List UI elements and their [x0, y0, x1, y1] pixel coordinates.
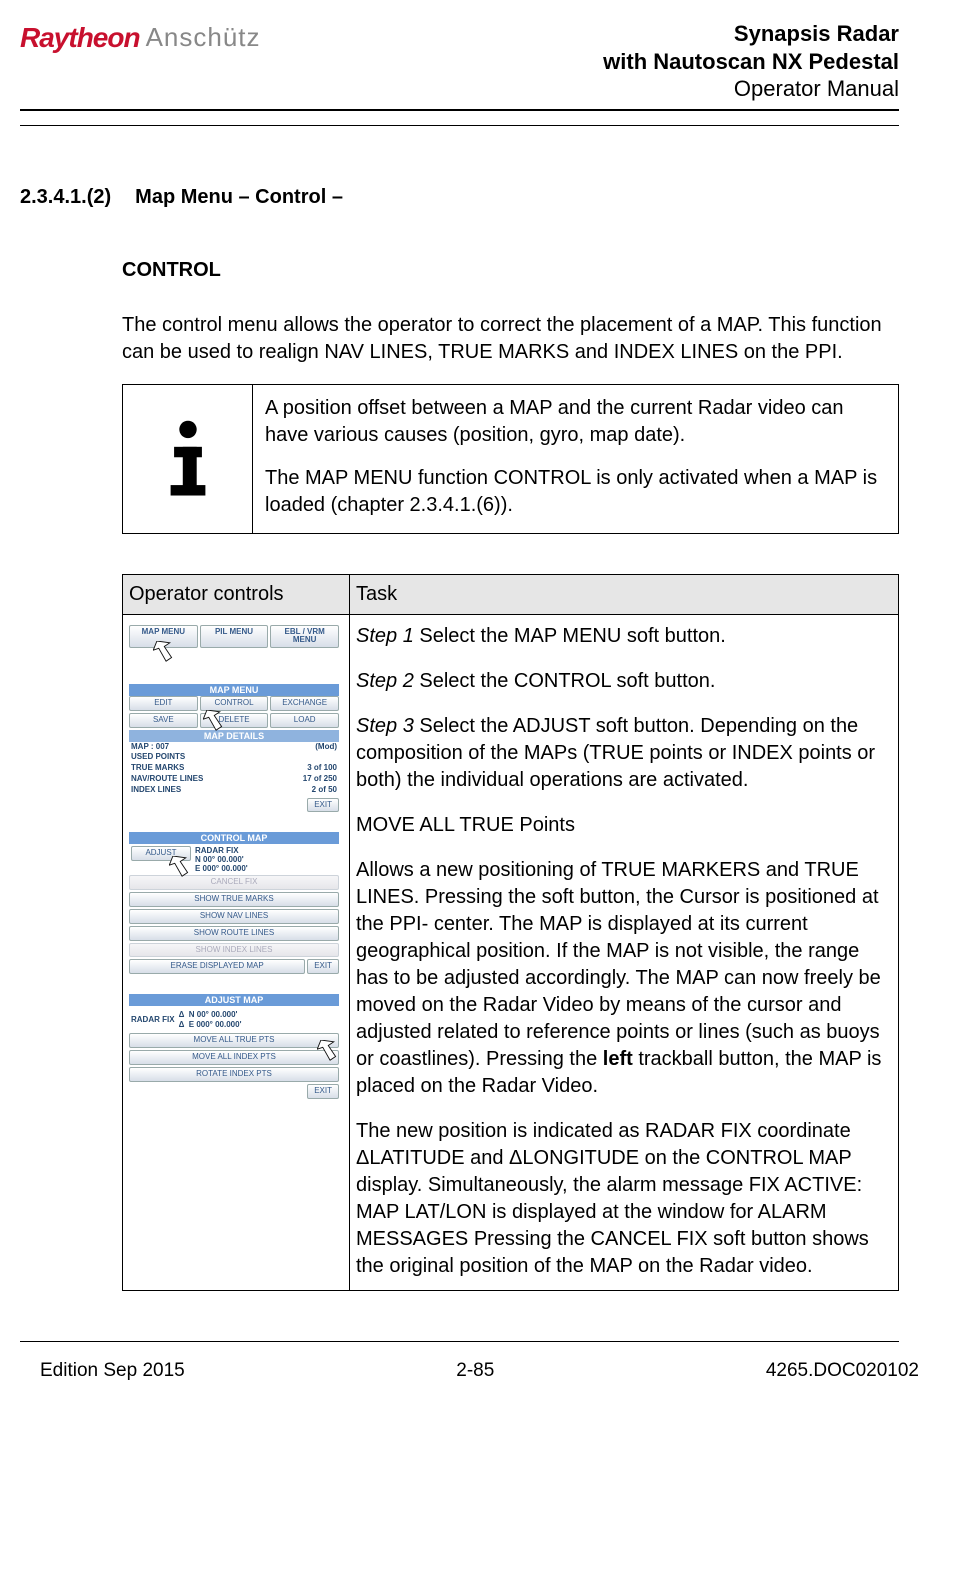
map-menu-button[interactable]: MAP MENU — [129, 625, 198, 649]
page-header: Raytheon Anschütz Synapsis Radar with Na… — [20, 20, 899, 103]
header-rule-thick — [20, 109, 899, 111]
detail-row: INDEX LINES2 of 50 — [129, 785, 339, 796]
move-true-heading: MOVE ALL TRUE Points — [356, 812, 888, 839]
info-p2: The MAP MENU function CONTROL is only ac… — [265, 465, 886, 519]
section-heading: 2.3.4.1.(2) Map Menu – Control – — [20, 186, 899, 209]
footer-right: 4265.DOC020102 — [766, 1360, 919, 1382]
control-button[interactable]: CONTROL — [200, 696, 269, 711]
control-heading: CONTROL — [122, 259, 899, 282]
pil-menu-button[interactable]: PIL MENU — [200, 625, 269, 649]
adjust-lat: N 00° 00.000' — [189, 1010, 238, 1019]
ebl-vrm-menu-button[interactable]: EBL / VRM MENU — [270, 625, 339, 649]
detail-row: MAP : 007(Mod) — [129, 742, 339, 753]
task-cell: Step 1 Select the MAP MENU soft button. … — [350, 614, 899, 1290]
move-true-p1: Allows a new positioning of TRUE MARKERS… — [356, 857, 888, 1100]
doc-title-line1: Synapsis Radar — [603, 20, 899, 48]
exit-button[interactable]: EXIT — [307, 798, 339, 813]
radar-fix-lon: E 000° 00.000' — [195, 864, 248, 873]
exit-button[interactable]: EXIT — [307, 959, 339, 974]
radar-fix-lat: N 00° 00.000' — [195, 855, 244, 864]
delete-button[interactable]: DELETE — [200, 713, 269, 728]
detail-row: TRUE MARKS3 of 100 — [129, 763, 339, 774]
detail-row: NAV/ROUTE LINES17 of 250 — [129, 774, 339, 785]
show-route-lines-button[interactable]: SHOW ROUTE LINES — [129, 926, 339, 941]
section-number: 2.3.4.1.(2) — [20, 186, 111, 209]
mini-top-menu: MAP MENU PIL MENU EBL / VRM MENU — [129, 625, 339, 649]
show-nav-lines-button[interactable]: SHOW NAV LINES — [129, 909, 339, 924]
step1-text: Select the MAP MENU soft button. — [414, 625, 726, 647]
move-all-index-pts-button[interactable]: MOVE ALL INDEX PTS — [129, 1050, 339, 1065]
radar-fix-label: RADAR FIX — [131, 1015, 175, 1024]
show-true-marks-button[interactable]: SHOW TRUE MARKS — [129, 892, 339, 907]
step1-label: Step 1 — [356, 625, 414, 647]
doc-title: Synapsis Radar with Nautoscan NX Pedesta… — [603, 20, 899, 103]
move-all-true-pts-button[interactable]: MOVE ALL TRUE PTS — [129, 1033, 339, 1048]
edit-button[interactable]: EDIT — [129, 696, 198, 711]
ops-controls-cell: MAP MENU PIL MENU EBL / VRM MENU MAP MEN… — [123, 614, 350, 1290]
header-rule-thin — [20, 125, 899, 126]
adjust-lon: E 000° 00.000' — [189, 1020, 242, 1029]
ops-head-col2: Task — [350, 574, 899, 614]
map-menu-title: MAP MENU — [129, 684, 339, 696]
step2-text: Select the CONTROL soft button. — [414, 670, 716, 692]
rotate-index-pts-button[interactable]: ROTATE INDEX PTS — [129, 1067, 339, 1082]
step3-text: Select the ADJUST soft button. Depending… — [356, 715, 875, 791]
ops-table: Operator controls Task MAP MENU PIL MENU… — [122, 574, 899, 1291]
cancel-fix-button[interactable]: CANCEL FIX — [129, 875, 339, 890]
step2-label: Step 2 — [356, 670, 414, 692]
save-button[interactable]: SAVE — [129, 713, 198, 728]
info-p1: A position offset between a MAP and the … — [265, 395, 886, 449]
show-index-lines-button[interactable]: SHOW INDEX LINES — [129, 943, 339, 958]
info-icon — [153, 419, 223, 499]
mini-adjust-map: ADJUST MAP RADAR FIX Δ N 00° 00.000' Δ E… — [129, 994, 339, 1098]
mini-control-map: CONTROL MAP ADJUST RADAR FIX N 00° 00.00… — [129, 832, 339, 974]
doc-title-line2: with Nautoscan NX Pedestal — [603, 48, 899, 76]
exit-button[interactable]: EXIT — [307, 1084, 339, 1099]
exchange-button[interactable]: EXCHANGE — [270, 696, 339, 711]
adjust-button[interactable]: ADJUST — [131, 846, 191, 861]
info-text: A position offset between a MAP and the … — [253, 385, 898, 533]
ops-head-col1: Operator controls — [123, 574, 350, 614]
control-map-title: CONTROL MAP — [129, 832, 339, 844]
detail-row: USED POINTS — [129, 752, 339, 763]
section-title: Map Menu – Control – — [135, 186, 343, 209]
load-button[interactable]: LOAD — [270, 713, 339, 728]
logo-raytheon: Raytheon — [20, 22, 140, 54]
footer-center: 2-85 — [456, 1360, 494, 1382]
info-box: A position offset between a MAP and the … — [122, 384, 899, 534]
info-icon-cell — [123, 385, 253, 533]
logo-anschutz: Anschütz — [146, 22, 261, 53]
map-details-title: MAP DETAILS — [129, 730, 339, 742]
footer-rule — [20, 1341, 899, 1342]
footer-left: Edition Sep 2015 — [40, 1360, 185, 1382]
erase-displayed-map-button[interactable]: ERASE DISPLAYED MAP — [129, 959, 305, 974]
step3-label: Step 3 — [356, 715, 414, 737]
mini-map-menu: MAP MENU EDIT CONTROL EXCHANGE SAVE DELE… — [129, 668, 339, 812]
intro-paragraph: The control menu allows the operator to … — [122, 312, 899, 366]
radar-fix-label: RADAR FIX — [195, 846, 239, 855]
page-footer: Edition Sep 2015 2-85 4265.DOC020102 — [0, 1358, 959, 1398]
brand-logo: Raytheon Anschütz — [20, 20, 261, 54]
adjust-map-title: ADJUST MAP — [129, 994, 339, 1006]
doc-title-line3: Operator Manual — [603, 75, 899, 103]
move-true-p2: The new position is indicated as RADAR F… — [356, 1118, 888, 1280]
